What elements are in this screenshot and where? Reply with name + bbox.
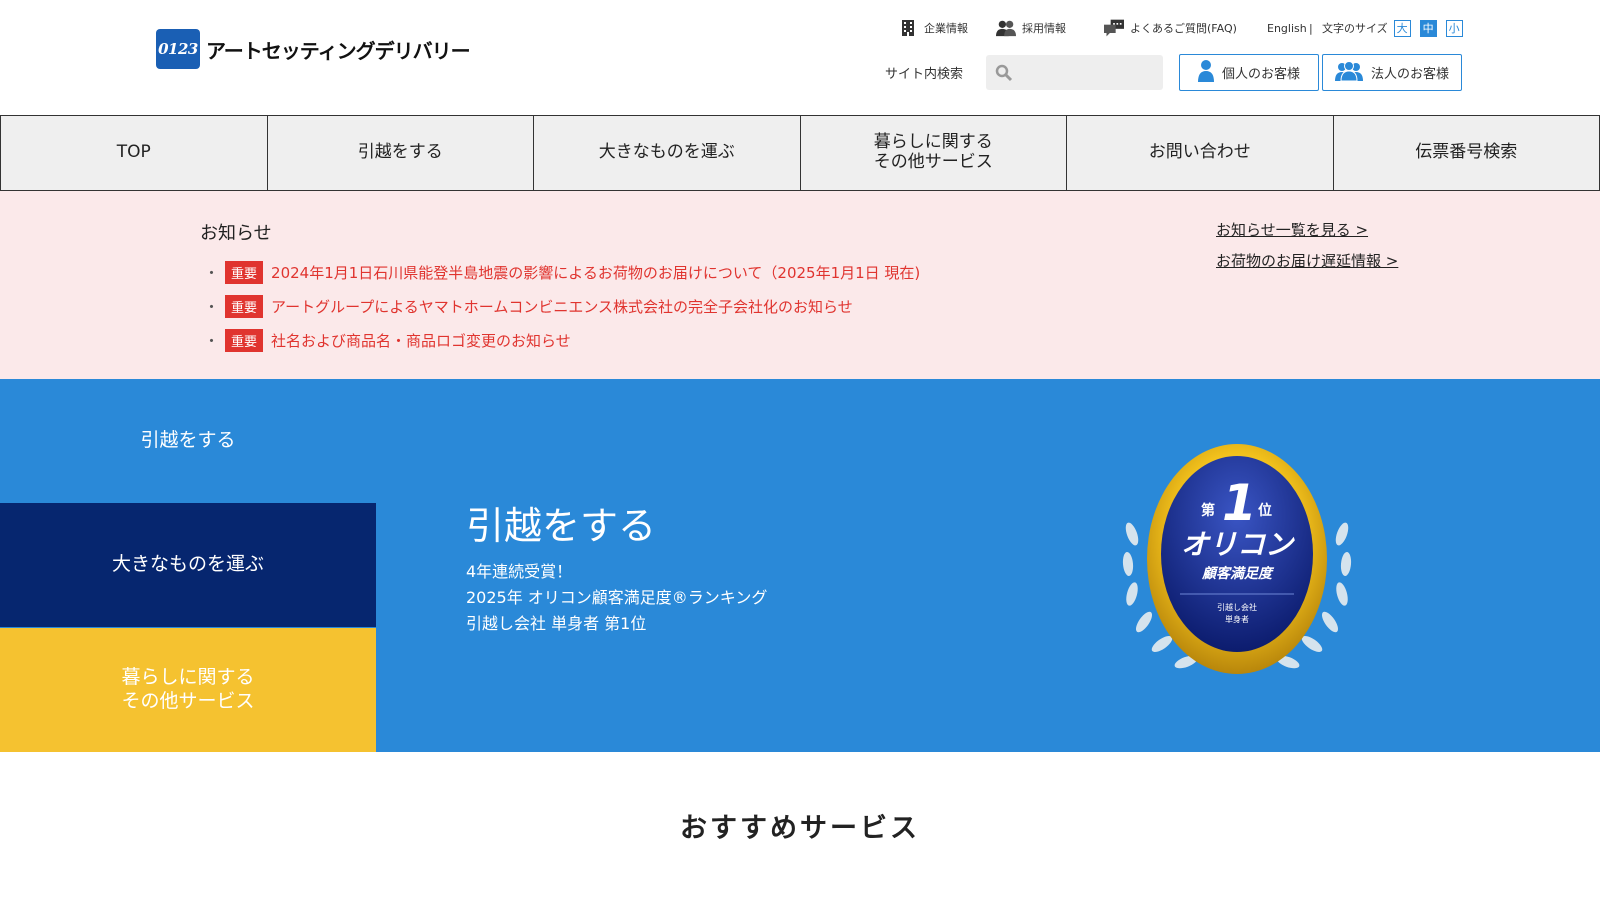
hero-title: 引越をする [466, 504, 657, 548]
news-item[interactable]: ・ 重要 2024年1月1日石川県能登半島地震の影響によるお荷物のお届けについて… [204, 255, 920, 289]
oricon-award-medal-icon: 第 1 位 オリコン 顧客満足度 引越し会社 単身者 [1122, 444, 1352, 674]
font-size-control: 文字のサイズ 大 中 小 [1322, 18, 1463, 38]
hero-tab-large-items[interactable]: 大きなものを運ぶ [0, 503, 376, 627]
news-item-text: 2024年1月1日石川県能登半島地震の影響によるお荷物のお届けについて（2025… [271, 263, 921, 282]
medal-rank-prefix: 第 [1201, 502, 1215, 519]
english-label: English [1267, 21, 1307, 35]
group-icon [1334, 60, 1363, 85]
delivery-delay-link[interactable]: お荷物のお届け遅延情報 > [1216, 250, 1398, 271]
english-link[interactable]: English [1267, 18, 1307, 38]
bullet: ・ [204, 297, 220, 316]
utility-recruit-link[interactable]: 採用情報 [996, 18, 1066, 38]
medal-brand: オリコン [1181, 528, 1295, 561]
news-links: お知らせ一覧を見る > お荷物のお届け遅延情報 > [1216, 219, 1398, 281]
font-size-label: 文字のサイズ [1322, 22, 1388, 35]
news-item-text: アートグループによるヤマトホームコンビニエンス株式会社の完全子会社化のお知らせ [271, 297, 853, 316]
medal-cat2: 単身者 [1225, 614, 1249, 624]
important-badge: 重要 [225, 260, 264, 284]
separator-text: | [1309, 21, 1313, 35]
utility-faq-link[interactable]: よくあるご質問(FAQ) [1104, 18, 1237, 38]
hero-section: 引越をする 大きなものを運ぶ 暮らしに関する その他サービス 引越をする 4年連… [0, 379, 1600, 752]
medal-cat1: 引越し会社 [1217, 602, 1257, 612]
nav-top[interactable]: TOP [0, 116, 268, 190]
bullet: ・ [204, 331, 220, 350]
important-badge: 重要 [225, 328, 264, 352]
utility-nav: 企業情報 採用情報 よくあるご質問(FAQ) English | 文字のサイズ [0, 18, 1600, 38]
search-icon [995, 64, 1013, 82]
corporate-customer-button[interactable]: 法人のお客様 [1322, 54, 1462, 91]
personal-customer-button[interactable]: 個人のお客様 [1179, 54, 1319, 91]
medal-sub: 顧客満足度 [1202, 565, 1275, 582]
header: 0123 アートセッティングデリバリー 企業情報 採用情報 よくあるご質問(FA… [0, 0, 1600, 115]
medal-rank: 1 [1222, 474, 1257, 532]
search-label: サイト内検索 [885, 67, 964, 82]
hero-desc-line: 4年連続受賞！ [466, 562, 573, 581]
personal-customer-label: 個人のお客様 [1221, 67, 1300, 82]
logo-text: アートセッティングデリバリー [206, 38, 471, 63]
bullet: ・ [204, 263, 220, 282]
hero-desc-line: 引越し会社 単身者 第1位 [466, 614, 647, 633]
building-icon [898, 18, 918, 38]
hero-description: 4年連続受賞！ 2025年 オリコン顧客満足度®ランキング 引越し会社 単身者 … [466, 559, 767, 637]
font-size-small-button[interactable]: 小 [1445, 19, 1463, 37]
important-badge: 重要 [225, 294, 264, 318]
hero-desc-line: 2025年 オリコン顧客満足度®ランキング [466, 588, 768, 607]
news-item[interactable]: ・ 重要 アートグループによるヤマトホームコンビニエンス株式会社の完全子会社化の… [204, 289, 920, 323]
nav-moving[interactable]: 引越をする [268, 116, 534, 190]
nav-large-items[interactable]: 大きなものを運ぶ [534, 116, 801, 190]
font-size-medium-button[interactable]: 中 [1419, 19, 1437, 37]
people-icon [996, 18, 1016, 38]
news-section: お知らせ ・ 重要 2024年1月1日石川県能登半島地震の影響によるお荷物のお届… [0, 191, 1600, 379]
nav-contact[interactable]: お問い合わせ [1067, 116, 1334, 190]
utility-company-label: 企業情報 [924, 22, 968, 35]
global-nav: TOP 引越をする 大きなものを運ぶ 暮らしに関する その他サービス お問い合わ… [0, 115, 1600, 191]
news-list: ・ 重要 2024年1月1日石川県能登半島地震の影響によるお荷物のお届けについて… [204, 255, 920, 357]
hero-tab-other-services[interactable]: 暮らしに関する その他サービス [0, 628, 376, 752]
chat-icon [1104, 18, 1124, 38]
utility-company-link[interactable]: 企業情報 [898, 18, 968, 38]
font-size-large-button[interactable]: 大 [1393, 19, 1411, 37]
utility-separator: | [1309, 18, 1313, 38]
utility-recruit-label: 採用情報 [1022, 22, 1066, 35]
recommended-title: おすすめサービス [680, 813, 920, 844]
news-title: お知らせ [200, 223, 272, 244]
hero-tab-moving[interactable]: 引越をする [0, 379, 376, 503]
person-icon [1197, 59, 1214, 86]
nav-other-services[interactable]: 暮らしに関する その他サービス [801, 116, 1067, 190]
corporate-customer-label: 法人のお客様 [1370, 67, 1449, 82]
news-all-link[interactable]: お知らせ一覧を見る > [1216, 219, 1398, 240]
utility-faq-label: よくあるご質問(FAQ) [1130, 22, 1237, 35]
news-item[interactable]: ・ 重要 社名および商品名・商品ロゴ変更のお知らせ [204, 323, 920, 357]
nav-tracking[interactable]: 伝票番号検索 [1334, 116, 1600, 190]
medal-rank-suffix: 位 [1258, 502, 1272, 519]
news-item-text: 社名および商品名・商品ロゴ変更のお知らせ [271, 331, 571, 350]
